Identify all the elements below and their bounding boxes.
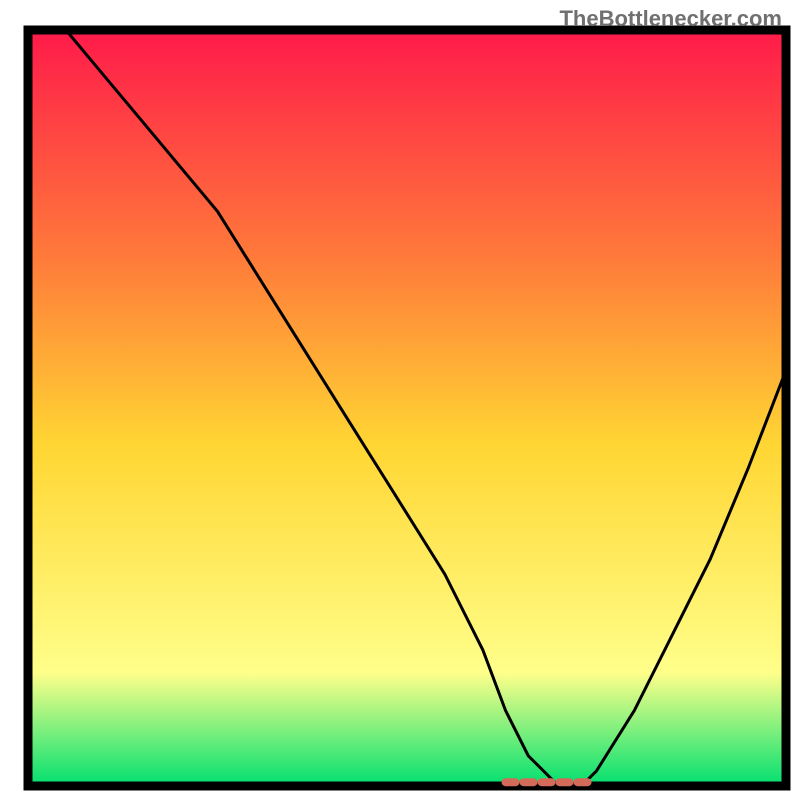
watermark-text: TheBottlenecker.com [559,6,782,32]
chart-svg [0,0,800,800]
plot-background [28,30,786,786]
bottleneck-chart: TheBottlenecker.com [0,0,800,800]
